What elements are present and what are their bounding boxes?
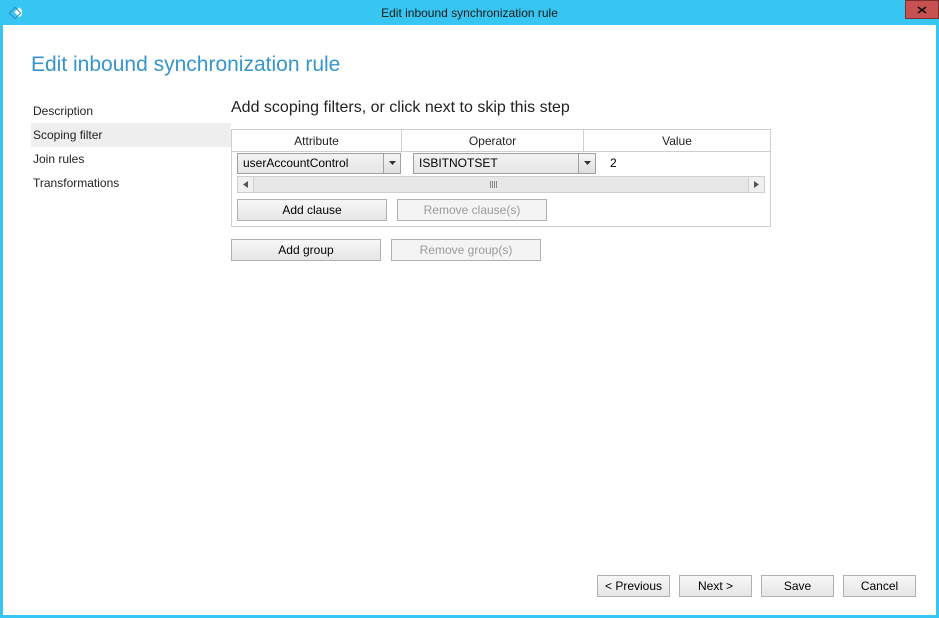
header-attribute: Attribute	[232, 130, 402, 152]
filter-header-row: Attribute Operator Value	[232, 130, 770, 152]
close-icon	[917, 6, 927, 14]
instruction-text: Add scoping filters, or click next to sk…	[231, 99, 924, 117]
next-button[interactable]: Next >	[679, 575, 752, 597]
operator-dropdown-value: ISBITNOTSET	[414, 156, 578, 170]
horizontal-scrollbar[interactable]	[237, 176, 765, 193]
remove-group-button[interactable]: Remove group(s)	[391, 239, 541, 261]
attribute-dropdown[interactable]: userAccountControl	[237, 153, 401, 174]
scroll-left-button[interactable]	[237, 176, 254, 193]
sidebar-item-scoping-filter[interactable]: Scoping filter	[31, 123, 231, 147]
chevron-left-icon	[243, 181, 248, 188]
sidebar-item-label: Transformations	[33, 176, 119, 190]
operator-dropdown[interactable]: ISBITNOTSET	[413, 153, 596, 174]
add-group-button[interactable]: Add group	[231, 239, 381, 261]
remove-clause-button[interactable]: Remove clause(s)	[397, 199, 547, 221]
attribute-dropdown-value: userAccountControl	[238, 156, 383, 170]
scroll-right-button[interactable]	[748, 176, 765, 193]
scroll-track[interactable]	[254, 176, 748, 193]
sidebar-item-join-rules[interactable]: Join rules	[31, 147, 231, 171]
group-button-row: Add group Remove group(s)	[231, 239, 924, 261]
save-button[interactable]: Save	[761, 575, 834, 597]
value-input[interactable]	[608, 154, 768, 173]
page-heading: Edit inbound synchronization rule	[31, 53, 924, 77]
sidebar-item-label: Join rules	[33, 152, 84, 166]
sidebar-item-transformations[interactable]: Transformations	[31, 171, 231, 195]
app-icon	[2, 0, 27, 25]
cancel-button[interactable]: Cancel	[843, 575, 916, 597]
previous-button[interactable]: < Previous	[597, 575, 670, 597]
sidebar-item-description[interactable]: Description	[31, 99, 231, 123]
header-operator: Operator	[402, 130, 584, 152]
chevron-down-icon	[578, 154, 595, 173]
footer-buttons: < Previous Next > Save Cancel	[597, 575, 916, 597]
chevron-down-icon	[383, 154, 400, 173]
add-clause-button[interactable]: Add clause	[237, 199, 387, 221]
clause-button-row: Add clause Remove clause(s)	[232, 197, 770, 226]
titlebar: Edit inbound synchronization rule	[0, 0, 939, 25]
close-button[interactable]	[905, 0, 939, 19]
filter-row: userAccountControl ISBITNOTSET	[232, 152, 770, 174]
scroll-thumb[interactable]	[486, 181, 500, 188]
window-title: Edit inbound synchronization rule	[0, 6, 939, 20]
header-value: Value	[584, 130, 770, 152]
main-panel: Add scoping filters, or click next to sk…	[231, 99, 924, 261]
sidebar-item-label: Description	[33, 104, 93, 118]
filter-group: Attribute Operator Value userAccountCont…	[231, 129, 771, 227]
sidebar: Description Scoping filter Join rules Tr…	[31, 99, 231, 261]
sidebar-item-label: Scoping filter	[33, 128, 102, 142]
chevron-right-icon	[754, 181, 759, 188]
